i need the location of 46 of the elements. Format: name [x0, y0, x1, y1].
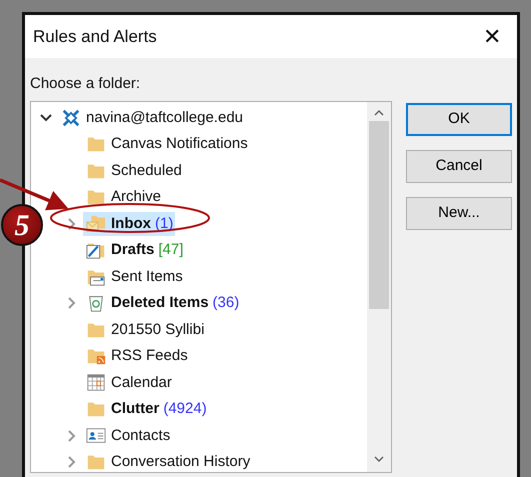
dialog-button[interactable]: OK	[406, 102, 512, 136]
unread-count: (4924)	[163, 399, 207, 419]
calendar-icon	[85, 372, 107, 393]
folder-item[interactable]: Sent Items	[83, 264, 185, 289]
close-button[interactable]: ✕	[479, 26, 505, 48]
scroll-up-icon[interactable]	[374, 108, 384, 116]
account-icon	[60, 108, 82, 128]
folder-name: Clutter	[111, 399, 160, 419]
folder-item[interactable]: RSS Feeds	[83, 344, 190, 368]
folder-item[interactable]: Scheduled	[83, 158, 184, 183]
folder-name: Conversation History	[111, 452, 250, 472]
folder-name: Contacts	[111, 426, 170, 446]
folder-item[interactable]: Canvas Notifications	[83, 132, 250, 156]
window-title: Rules and Alerts	[33, 26, 157, 48]
folder-name: Calendar	[111, 372, 172, 392]
scroll-thumb[interactable]	[369, 120, 389, 308]
folder-name: 201550 Syllibi	[111, 320, 204, 340]
annotation-arrow	[0, 178, 68, 210]
folder-item[interactable]: Calendar	[83, 370, 174, 395]
folder-item[interactable]: Clutter (4924)	[83, 397, 209, 422]
folder-item[interactable]: navina@taftcollege.edu	[58, 106, 246, 130]
folder-name: Sent Items	[111, 266, 183, 286]
folder-prompt: Choose a folder:	[30, 74, 140, 94]
folder-item[interactable]: 201550 Syllibi	[83, 318, 206, 342]
folder-item[interactable]: Contacts	[83, 424, 172, 448]
scrollbar[interactable]	[367, 102, 391, 472]
dialog-button[interactable]: New...	[406, 196, 512, 230]
dialog-button[interactable]: Cancel	[406, 150, 512, 182]
folder-item[interactable]: Drafts [47]	[83, 238, 186, 262]
folder-item[interactable]: Archive	[83, 185, 164, 210]
folder-name: Drafts	[111, 240, 154, 260]
folder-name: Deleted Items	[111, 293, 209, 313]
folder-name: RSS Feeds	[111, 346, 188, 366]
contacts-icon	[85, 426, 107, 446]
scroll-down-icon[interactable]	[374, 454, 384, 462]
folder-name: Canvas Notifications	[111, 134, 248, 154]
folder-name: Archive	[111, 187, 162, 207]
inbox-icon	[85, 214, 107, 234]
unread-count: (36)	[212, 293, 240, 313]
unread-count: [47]	[158, 240, 184, 260]
folder-name: navina@taftcollege.edu	[86, 108, 244, 128]
folder-item[interactable]: Conversation History	[83, 450, 252, 474]
folder-item[interactable]: Deleted Items (36)	[83, 291, 242, 316]
step-marker: 5	[1, 204, 43, 246]
folder-name: Inbox	[111, 214, 151, 234]
folder-name: Scheduled	[111, 160, 182, 180]
